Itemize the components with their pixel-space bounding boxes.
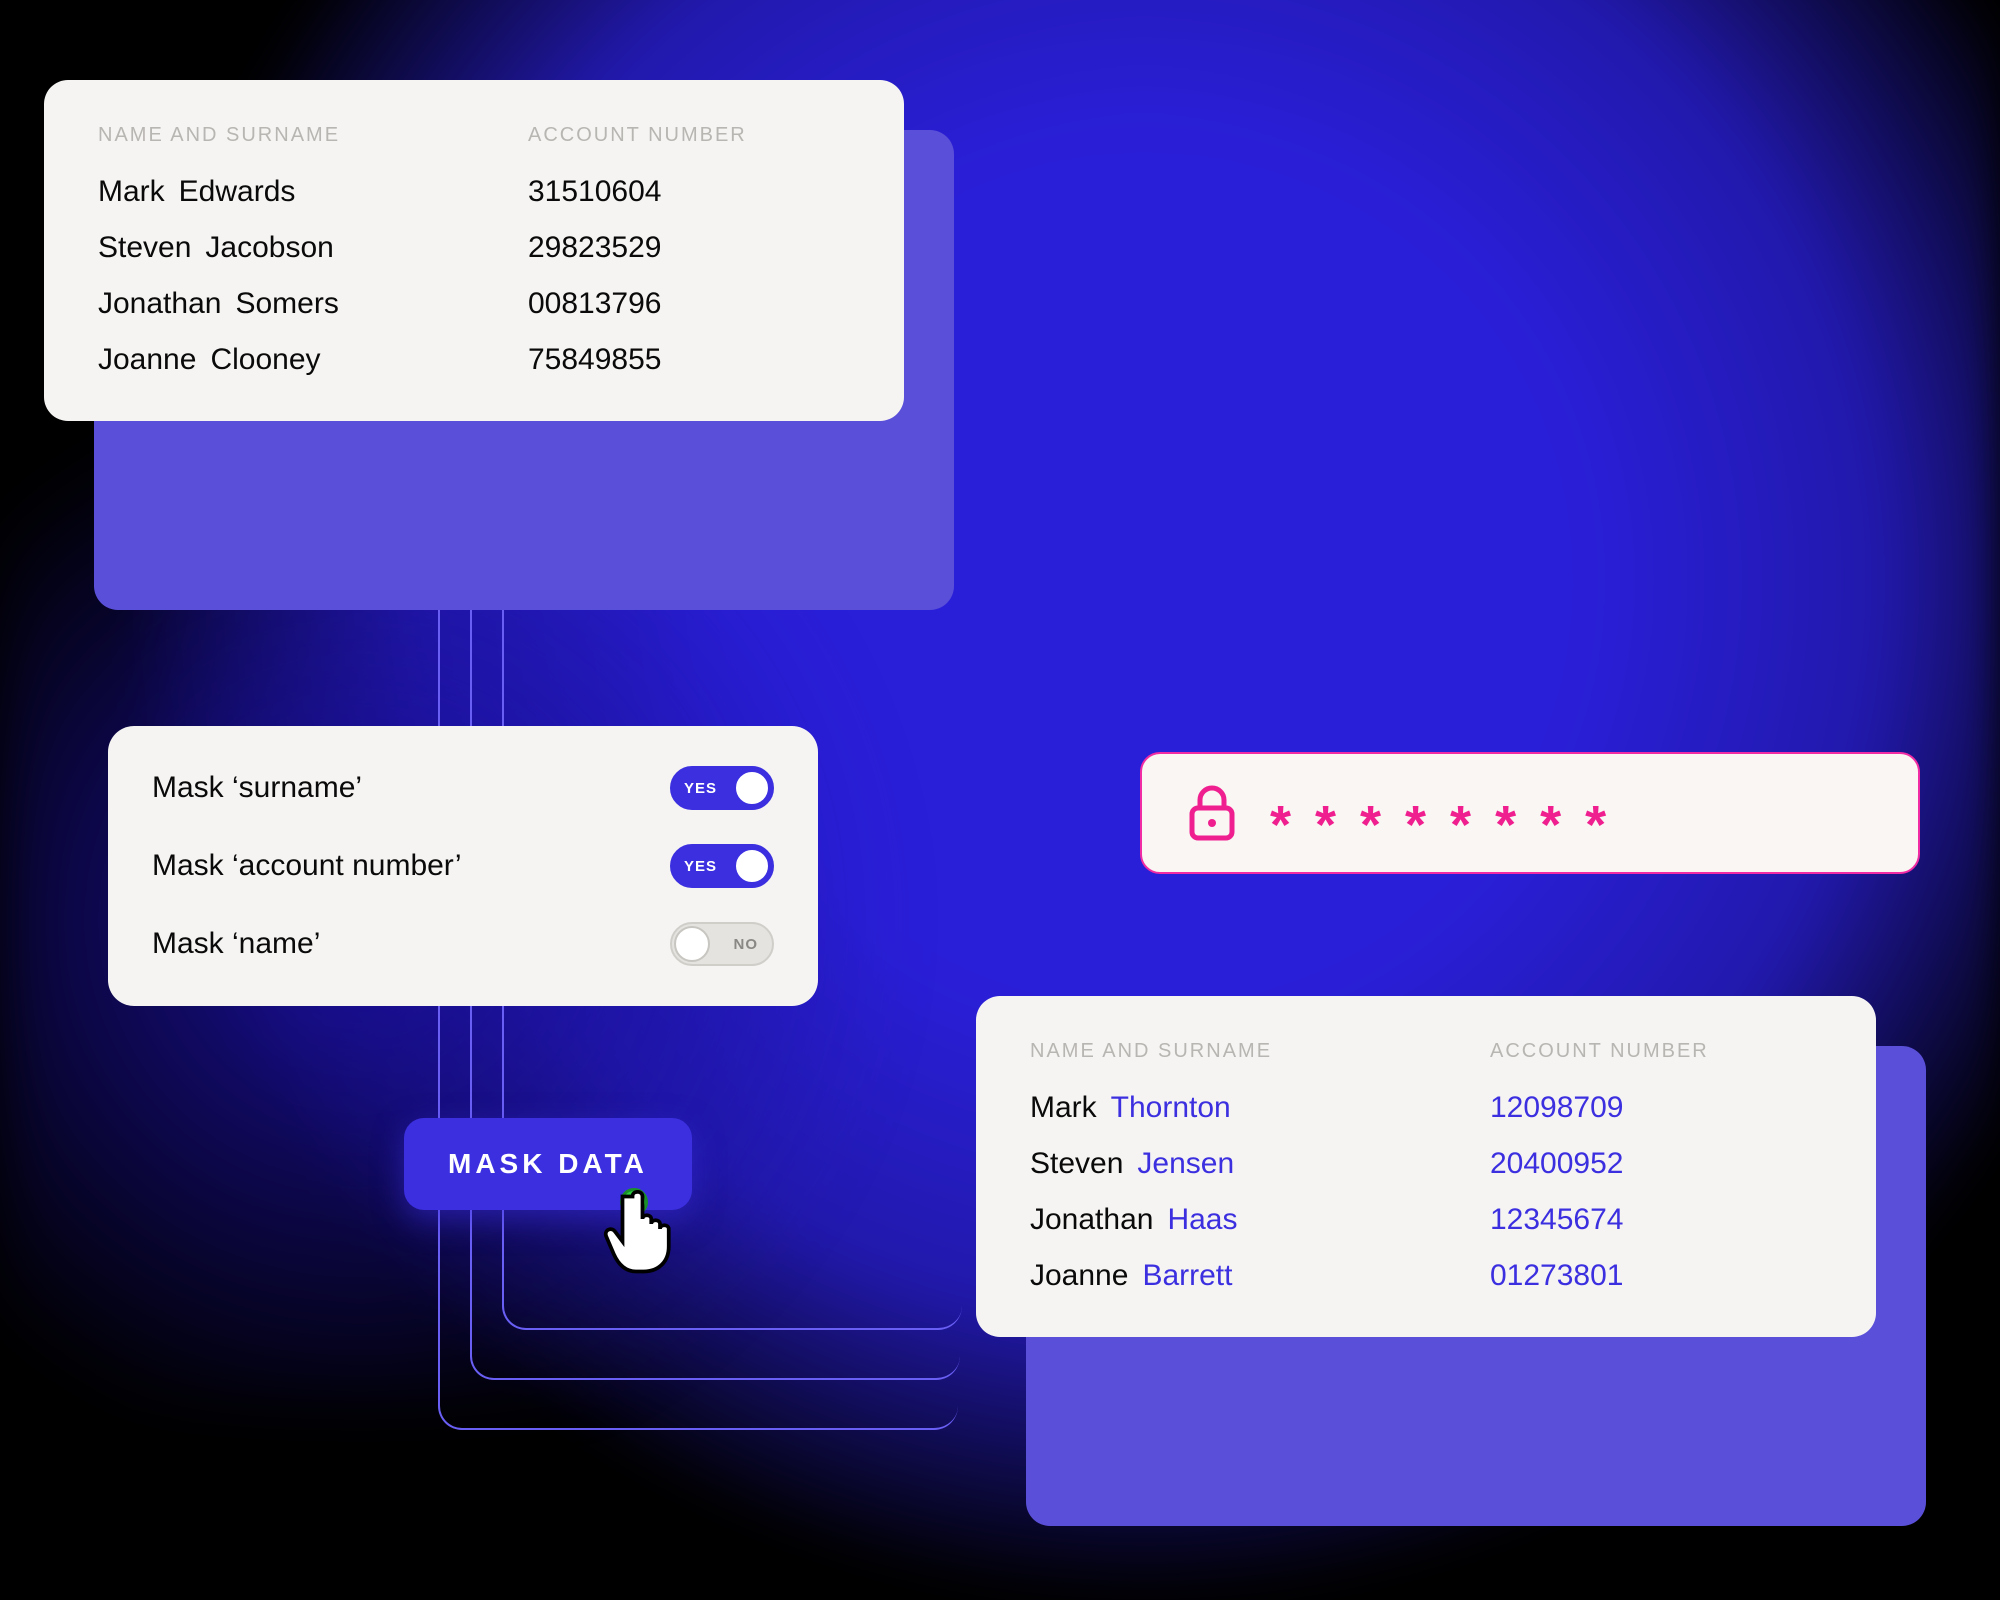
first-name: Steven	[98, 231, 191, 264]
table-row: Jonathan Haas 12345674	[1030, 1203, 1822, 1237]
first-name: Jonathan	[98, 287, 221, 320]
setting-label: Mask ‘surname’	[152, 771, 362, 805]
last-name-masked: Barrett	[1142, 1259, 1232, 1292]
setting-row: Mask ‘name’ NO	[152, 922, 774, 966]
header-name: NAME AND SURNAME	[98, 124, 528, 147]
account-number: 00813796	[528, 287, 778, 321]
last-name-masked: Thornton	[1111, 1091, 1231, 1124]
table-row: Mark Edwards 31510604	[98, 175, 850, 209]
toggle-account-number[interactable]: YES	[670, 844, 774, 888]
setting-row: Mask ‘surname’ YES	[152, 766, 774, 810]
masked-password-pill: ********	[1140, 752, 1920, 874]
toggle-knob	[734, 848, 770, 884]
account-number-masked: 12098709	[1490, 1091, 1623, 1125]
password-mask: ********	[1270, 798, 1630, 852]
table-row: Jonathan Somers 00813796	[98, 287, 850, 321]
header-account: ACCOUNT NUMBER	[528, 124, 778, 147]
header-account: ACCOUNT NUMBER	[1490, 1040, 1709, 1063]
last-name-masked: Jensen	[1137, 1147, 1234, 1180]
account-number: 75849855	[528, 343, 778, 377]
account-number: 31510604	[528, 175, 778, 209]
table-header: NAME AND SURNAME ACCOUNT NUMBER	[98, 124, 850, 147]
table-row: Steven Jensen 20400952	[1030, 1147, 1822, 1181]
setting-label: Mask ‘account number’	[152, 849, 462, 883]
toggle-knob	[674, 926, 710, 962]
setting-label: Mask ‘name’	[152, 927, 320, 961]
table-row: Joanne Clooney 75849855	[98, 343, 850, 377]
last-name: Clooney	[210, 343, 320, 376]
pointer-hand-icon	[600, 1184, 680, 1274]
first-name: Mark	[98, 175, 165, 208]
toggle-surname[interactable]: YES	[670, 766, 774, 810]
last-name-masked: Haas	[1167, 1203, 1237, 1236]
first-name: Joanne	[98, 343, 196, 376]
last-name: Edwards	[179, 175, 296, 208]
lock-icon	[1186, 784, 1238, 842]
first-name: Joanne	[1030, 1259, 1128, 1292]
toggle-knob	[734, 770, 770, 806]
account-number-masked: 20400952	[1490, 1147, 1623, 1181]
first-name: Mark	[1030, 1091, 1097, 1124]
account-number-masked: 12345674	[1490, 1203, 1623, 1237]
first-name: Jonathan	[1030, 1203, 1153, 1236]
table-header: NAME AND SURNAME ACCOUNT NUMBER	[1030, 1040, 1822, 1063]
table-row: Steven Jacobson 29823529	[98, 231, 850, 265]
table-row: Joanne Barrett 01273801	[1030, 1259, 1822, 1293]
toggle-state: YES	[684, 858, 717, 875]
toggle-state: NO	[734, 936, 759, 953]
toggle-name[interactable]: NO	[670, 922, 774, 966]
table-row: Mark Thornton 12098709	[1030, 1091, 1822, 1125]
toggle-state: YES	[684, 780, 717, 797]
mask-settings-card: Mask ‘surname’ YES Mask ‘account number’…	[108, 726, 818, 1006]
first-name: Steven	[1030, 1147, 1123, 1180]
last-name: Jacobson	[205, 231, 333, 264]
button-label: MASK DATA	[448, 1148, 648, 1179]
account-number-masked: 01273801	[1490, 1259, 1623, 1293]
setting-row: Mask ‘account number’ YES	[152, 844, 774, 888]
result-table-card: NAME AND SURNAME ACCOUNT NUMBER Mark Thor…	[976, 996, 1876, 1337]
last-name: Somers	[235, 287, 338, 320]
source-table-card: NAME AND SURNAME ACCOUNT NUMBER Mark Edwa…	[44, 80, 904, 421]
account-number: 29823529	[528, 231, 778, 265]
header-name: NAME AND SURNAME	[1030, 1040, 1490, 1063]
